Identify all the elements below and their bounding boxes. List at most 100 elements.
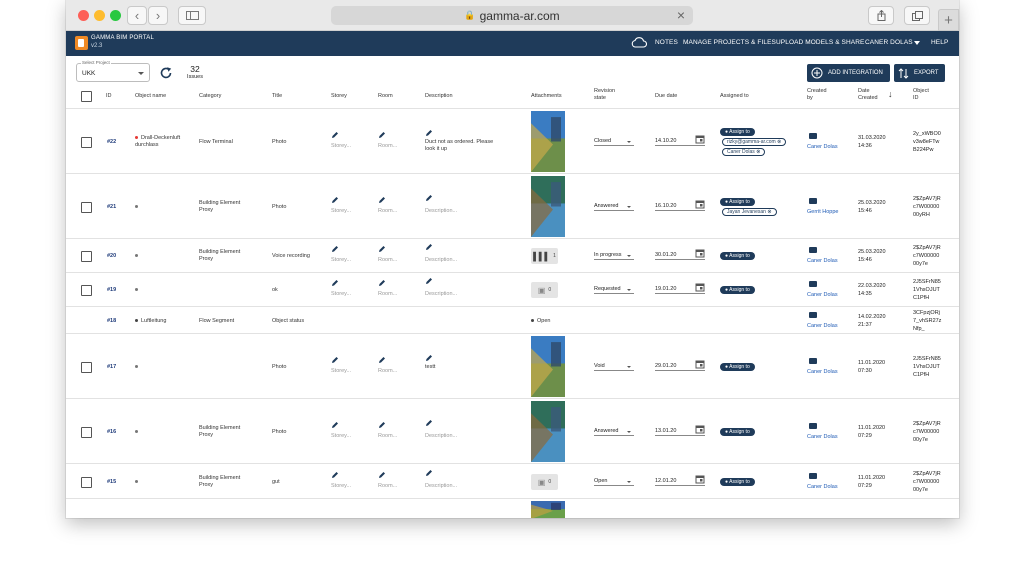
issue-id-link[interactable]: #20 xyxy=(107,253,116,259)
description-field[interactable]: Description... xyxy=(425,291,457,297)
assign-to-button[interactable]: ● Assign to xyxy=(720,252,755,260)
table-row[interactable]: #19 ok Storey... Room... Description... ▣ 0 Req… xyxy=(66,272,959,306)
edit-room-icon[interactable] xyxy=(378,421,386,429)
issue-id-link[interactable]: #21 xyxy=(107,204,116,210)
attachment-thumbnail[interactable]: ▣ 0 xyxy=(531,474,558,490)
revision-state-select[interactable]: Answered xyxy=(594,428,634,436)
assignee-chip[interactable]: Caner Dolas ⊗ xyxy=(722,148,766,156)
assignee-chip[interactable]: Jayan Jevanesan ⊗ xyxy=(722,208,777,216)
add-integration-button[interactable]: ADD INTEGRATION xyxy=(807,64,890,82)
due-date-field[interactable]: 30.01.20 xyxy=(655,249,705,260)
edit-storey-icon[interactable] xyxy=(331,196,339,204)
issue-id-link[interactable]: #17 xyxy=(107,364,116,370)
edit-storey-icon[interactable] xyxy=(331,245,339,253)
table-row[interactable]: #17 Photo Storey... Room... testt Void 29.01.2… xyxy=(66,333,959,398)
issue-id-link[interactable]: #16 xyxy=(107,429,116,435)
edit-storey-icon[interactable] xyxy=(331,356,339,364)
mail-icon[interactable] xyxy=(809,358,817,364)
header-object-id[interactable]: Object ID xyxy=(913,88,929,102)
storey-field[interactable]: Storey... xyxy=(331,291,351,297)
tabs-button[interactable] xyxy=(904,6,930,25)
header-room[interactable]: Room xyxy=(378,93,393,100)
edit-description-icon[interactable] xyxy=(425,194,433,202)
issue-id-link[interactable]: #22 xyxy=(107,139,116,145)
calendar-icon[interactable] xyxy=(695,199,705,209)
calendar-icon[interactable] xyxy=(695,424,705,434)
edit-storey-icon[interactable] xyxy=(331,131,339,139)
table-row[interactable]: #15 Building Element Proxy gut Storey... Room… xyxy=(66,463,959,498)
created-by-link[interactable]: Caner Dolas xyxy=(807,258,838,264)
revision-state-select[interactable]: Open xyxy=(594,478,634,486)
minimize-window-button[interactable] xyxy=(94,10,105,21)
description-field[interactable]: Duct not as ordered. Please look it up xyxy=(425,139,495,153)
mail-icon[interactable] xyxy=(809,423,817,429)
assign-to-button[interactable]: ● Assign to xyxy=(720,128,755,136)
issue-id-link[interactable]: #15 xyxy=(107,479,116,485)
attachment-thumbnail[interactable]: ▌▌▌ 1 xyxy=(531,248,558,264)
header-title[interactable]: Title xyxy=(272,93,282,100)
header-assigned-to[interactable]: Assigned to xyxy=(720,93,749,100)
edit-room-icon[interactable] xyxy=(378,196,386,204)
due-date-field[interactable]: 19.01.20 xyxy=(655,283,705,294)
select-all-checkbox[interactable] xyxy=(81,91,92,102)
assign-to-button[interactable]: ● Assign to xyxy=(720,198,755,206)
header-description[interactable]: Description xyxy=(425,93,453,100)
created-by-link[interactable]: Caner Dolas xyxy=(807,144,838,150)
share-button[interactable] xyxy=(868,6,894,25)
header-date-created[interactable]: Date Created xyxy=(858,88,878,102)
assign-to-button[interactable]: ● Assign to xyxy=(720,428,755,436)
address-bar[interactable]: 🔒 gamma-ar.com × xyxy=(331,6,693,25)
revision-state-select[interactable]: Requested xyxy=(594,286,634,294)
header-storey[interactable]: Storey xyxy=(331,93,347,100)
edit-description-icon[interactable] xyxy=(425,354,433,362)
storey-field[interactable]: Storey... xyxy=(331,483,351,489)
edit-description-icon[interactable] xyxy=(425,469,433,477)
mail-icon[interactable] xyxy=(809,281,817,287)
edit-description-icon[interactable] xyxy=(425,243,433,251)
attachment-photo[interactable] xyxy=(531,176,565,237)
due-date-field[interactable]: 16.10.20 xyxy=(655,200,705,211)
edit-storey-icon[interactable] xyxy=(331,279,339,287)
room-field[interactable]: Room... xyxy=(378,291,397,297)
edit-description-icon[interactable] xyxy=(425,129,433,137)
room-field[interactable]: Room... xyxy=(378,433,397,439)
description-field[interactable]: testt xyxy=(425,364,495,371)
table-row[interactable]: #16 Building Element Proxy Photo Storey... Ro… xyxy=(66,398,959,463)
created-by-link[interactable]: Gerrit Hoppe xyxy=(807,209,839,215)
export-button[interactable]: EXPORT xyxy=(894,64,945,82)
calendar-icon[interactable] xyxy=(695,248,705,258)
revision-state-select[interactable]: Void xyxy=(594,363,634,371)
edit-storey-icon[interactable] xyxy=(331,471,339,479)
close-icon[interactable]: ⊗ xyxy=(756,149,760,155)
revision-state-select[interactable]: Answered xyxy=(594,203,634,211)
header-category[interactable]: Category xyxy=(199,93,221,100)
header-attachments[interactable]: Attachments xyxy=(531,93,562,100)
row-checkbox[interactable] xyxy=(81,251,92,262)
close-icon[interactable]: × xyxy=(677,7,685,23)
row-checkbox[interactable] xyxy=(81,202,92,213)
calendar-icon[interactable] xyxy=(695,359,705,369)
created-by-link[interactable]: Caner Dolas xyxy=(807,323,838,329)
storey-field[interactable]: Storey... xyxy=(331,208,351,214)
room-field[interactable]: Room... xyxy=(378,257,397,263)
description-field[interactable]: Description... xyxy=(425,433,457,439)
assign-to-button[interactable]: ● Assign to xyxy=(720,363,755,371)
room-field[interactable]: Room... xyxy=(378,208,397,214)
row-checkbox[interactable] xyxy=(81,285,92,296)
due-date-field[interactable]: 14.10.20 xyxy=(655,135,705,146)
cloud-icon[interactable] xyxy=(631,37,647,48)
mail-icon[interactable] xyxy=(809,473,817,479)
due-date-field[interactable]: 12.01.20 xyxy=(655,475,705,486)
calendar-icon[interactable] xyxy=(695,134,705,144)
attachment-thumbnail[interactable]: ▣ 0 xyxy=(531,282,558,298)
refresh-icon[interactable] xyxy=(159,66,173,80)
project-select[interactable]: Select Project UKK xyxy=(76,60,150,82)
nav-notes[interactable]: NOTES xyxy=(655,39,678,46)
table-row[interactable]: #20 Building Element Proxy Voice recording S… xyxy=(66,238,959,272)
created-by-link[interactable]: Caner Dolas xyxy=(807,484,838,490)
assign-to-button[interactable]: ● Assign to xyxy=(720,478,755,486)
attachment-photo[interactable] xyxy=(531,111,565,172)
sidebar-button[interactable] xyxy=(178,6,206,25)
sort-down-arrow-icon[interactable]: ↓ xyxy=(888,90,893,99)
zoom-window-button[interactable] xyxy=(110,10,121,21)
